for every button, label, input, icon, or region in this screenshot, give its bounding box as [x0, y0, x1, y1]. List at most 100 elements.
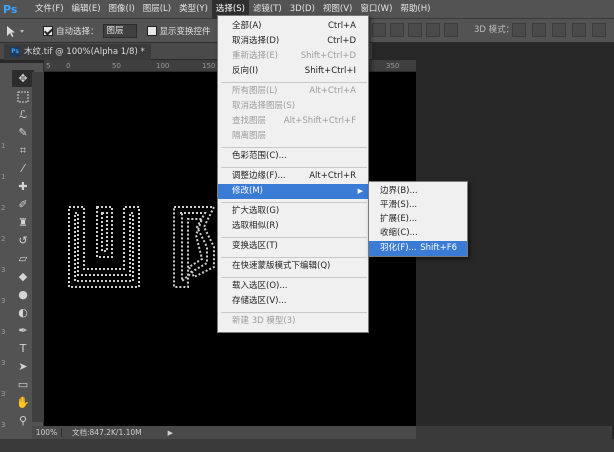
menu-item-label: 取消选择图层(S) — [232, 101, 296, 111]
menu-item-inverse[interactable]: 反向(I) Shift+Ctrl+I — [218, 64, 368, 79]
menu-item-label: 色彩范围(C)... — [232, 151, 287, 161]
menu-item-isolate-layers[interactable]: 隔离图层 — [218, 129, 368, 144]
menu-item-label: 反向(I) — [232, 66, 259, 76]
menu-item-label: 调整边缘(F)... — [232, 171, 286, 181]
ruler-number: 3 — [1, 297, 6, 305]
submenu-item-contract[interactable]: 收缩(C)... — [369, 226, 467, 241]
ruler-number: 3 — [1, 421, 6, 429]
show-transform-label: 显示变换控件 — [159, 26, 211, 37]
3d-roll-icon[interactable] — [532, 23, 546, 37]
menu-file[interactable]: 文件(F) — [31, 0, 68, 19]
menu-item-modify[interactable]: 修改(M) ▶ — [218, 184, 368, 199]
ruler-left-numbers: 1 1 2 2 3 3 3 3 3 3 3 — [1, 131, 11, 452]
menu-item-label: 载入选区(O)... — [232, 281, 288, 291]
stamp-icon[interactable]: ♜ — [12, 214, 34, 231]
menu-image[interactable]: 图像(I) — [105, 0, 139, 19]
submenu-item-smooth[interactable]: 平滑(S)... — [369, 198, 467, 213]
move-tool-preset-icon[interactable] — [3, 21, 37, 41]
menu-item-shortcut: Alt+Ctrl+R — [309, 171, 356, 181]
show-transform-checkbox[interactable] — [146, 25, 157, 36]
move-icon[interactable]: ✥ — [12, 70, 34, 87]
3d-slide-icon[interactable] — [572, 23, 586, 37]
menu-item-save-selection[interactable]: 存储选区(V)... — [218, 294, 368, 309]
menu-item-label: 所有图层(L) — [232, 86, 278, 96]
menu-item-quick-mask[interactable]: 在快速蒙版模式下编辑(Q) — [218, 259, 368, 274]
ruler-number: 1 — [1, 173, 6, 181]
status-menu-arrow-icon[interactable]: ▶ — [168, 429, 173, 437]
zoom-icon[interactable]: ⚲ — [12, 412, 34, 429]
history-brush-icon[interactable]: ↺ — [12, 232, 34, 249]
lasso-icon[interactable]: ℒ — [12, 106, 34, 123]
bottom-panel-strip — [0, 439, 614, 452]
menu-item-new-3d-model[interactable]: 新建 3D 模型(3) — [218, 314, 368, 329]
horizontal-scrollbar[interactable] — [416, 426, 612, 439]
rectangle-icon[interactable]: ▭ — [12, 376, 34, 393]
marquee-icon[interactable] — [12, 88, 34, 105]
submenu-item-border[interactable]: 边界(B)... — [369, 184, 467, 199]
type-icon[interactable]: T — [12, 340, 34, 357]
menu-item-load-selection[interactable]: 载入选区(O)... — [218, 279, 368, 294]
submenu-arrow-icon: ▶ — [357, 187, 363, 195]
menu-item-label: 收缩(C)... — [380, 228, 418, 238]
path-select-icon[interactable]: ➤ — [12, 358, 34, 375]
3d-pan-icon[interactable] — [552, 23, 566, 37]
eraser-icon[interactable]: ▱ — [12, 250, 34, 267]
dodge-icon[interactable]: ◐ — [12, 304, 34, 321]
menu-item-shortcut: Shift+Ctrl+I — [304, 66, 356, 76]
align-icon[interactable] — [390, 23, 404, 37]
menu-separator — [221, 202, 367, 203]
ruler-number: 150 — [202, 62, 216, 70]
menu-item-label: 变换选区(T) — [232, 241, 278, 251]
menu-item-color-range[interactable]: 色彩范围(C)... — [218, 149, 368, 164]
hand-icon[interactable]: ✋ — [12, 394, 34, 411]
ruler-number: 5 — [46, 62, 51, 70]
menu-item-label: 选取相似(R) — [232, 221, 279, 231]
zoom-level[interactable]: 100% — [32, 428, 62, 437]
submenu-item-feather[interactable]: 羽化(F)... Shift+F6 — [369, 241, 467, 256]
ruler-number: 2 — [1, 204, 6, 212]
menu-layer[interactable]: 图层(L) — [139, 0, 175, 19]
3d-rotate-icon[interactable] — [512, 23, 526, 37]
auto-select-dropdown[interactable]: 图层 — [102, 23, 137, 38]
menu-item-refine-edge[interactable]: 调整边缘(F)... Alt+Ctrl+R — [218, 169, 368, 184]
pen-icon[interactable]: ✒ — [12, 322, 34, 339]
menu-item-all-layers[interactable]: 所有图层(L) Alt+Ctrl+A — [218, 84, 368, 99]
menu-item-grow[interactable]: 扩大选取(G) — [218, 204, 368, 219]
paint-bucket-icon[interactable]: ◆ — [12, 268, 34, 285]
ps-logo: Ps — [3, 2, 18, 16]
3d-scale-icon[interactable] — [592, 23, 606, 37]
align-icon[interactable] — [408, 23, 422, 37]
ruler-number: 100 — [156, 62, 170, 70]
quick-select-icon[interactable]: ✎ — [12, 124, 34, 141]
menu-item-shortcut: Ctrl+A — [327, 21, 356, 31]
ps-doc-icon: Ps — [10, 47, 20, 57]
document-tab[interactable]: Ps 木纹.tif @ 100%(Alpha 1/8) * — [4, 44, 151, 60]
align-icon[interactable] — [372, 23, 386, 37]
eyedropper-icon[interactable]: ⁄ — [12, 160, 34, 177]
menu-item-similar[interactable]: 选取相似(R) — [218, 219, 368, 234]
auto-select-checkbox[interactable] — [43, 25, 53, 36]
align-icon[interactable] — [444, 23, 458, 37]
menu-item-find-layers[interactable]: 查找图层 Alt+Shift+Ctrl+F — [218, 114, 368, 129]
crop-icon[interactable]: ⌗ — [12, 142, 34, 159]
menu-separator — [221, 257, 367, 258]
brush-icon[interactable]: ✐ — [12, 196, 34, 213]
menu-edit[interactable]: 编辑(E) — [68, 0, 105, 19]
menu-item-select-all[interactable]: 全部(A) Ctrl+A — [218, 19, 368, 34]
auto-select-label: 自动选择： — [56, 26, 99, 37]
submenu-item-expand[interactable]: 扩展(E)... — [369, 212, 467, 227]
align-icon[interactable] — [426, 23, 440, 37]
menu-item-reselect[interactable]: 重新选择(E) Shift+Ctrl+D — [218, 49, 368, 64]
menu-item-deselect-layers[interactable]: 取消选择图层(S) — [218, 99, 368, 114]
ruler-left — [32, 72, 44, 422]
menu-type[interactable]: 类型(Y) — [175, 0, 212, 19]
blur-icon[interactable]: ● — [12, 286, 34, 303]
healing-icon[interactable]: ✚ — [12, 178, 34, 195]
menu-item-transform-selection[interactable]: 变换选区(T) — [218, 239, 368, 254]
menu-item-shortcut: Ctrl+D — [327, 36, 356, 46]
menu-separator — [221, 312, 367, 313]
menu-separator — [221, 237, 367, 238]
menu-item-label: 扩大选取(G) — [232, 206, 280, 216]
menu-help[interactable]: 帮助(H) — [396, 0, 434, 19]
menu-item-deselect[interactable]: 取消选择(D) Ctrl+D — [218, 34, 368, 49]
